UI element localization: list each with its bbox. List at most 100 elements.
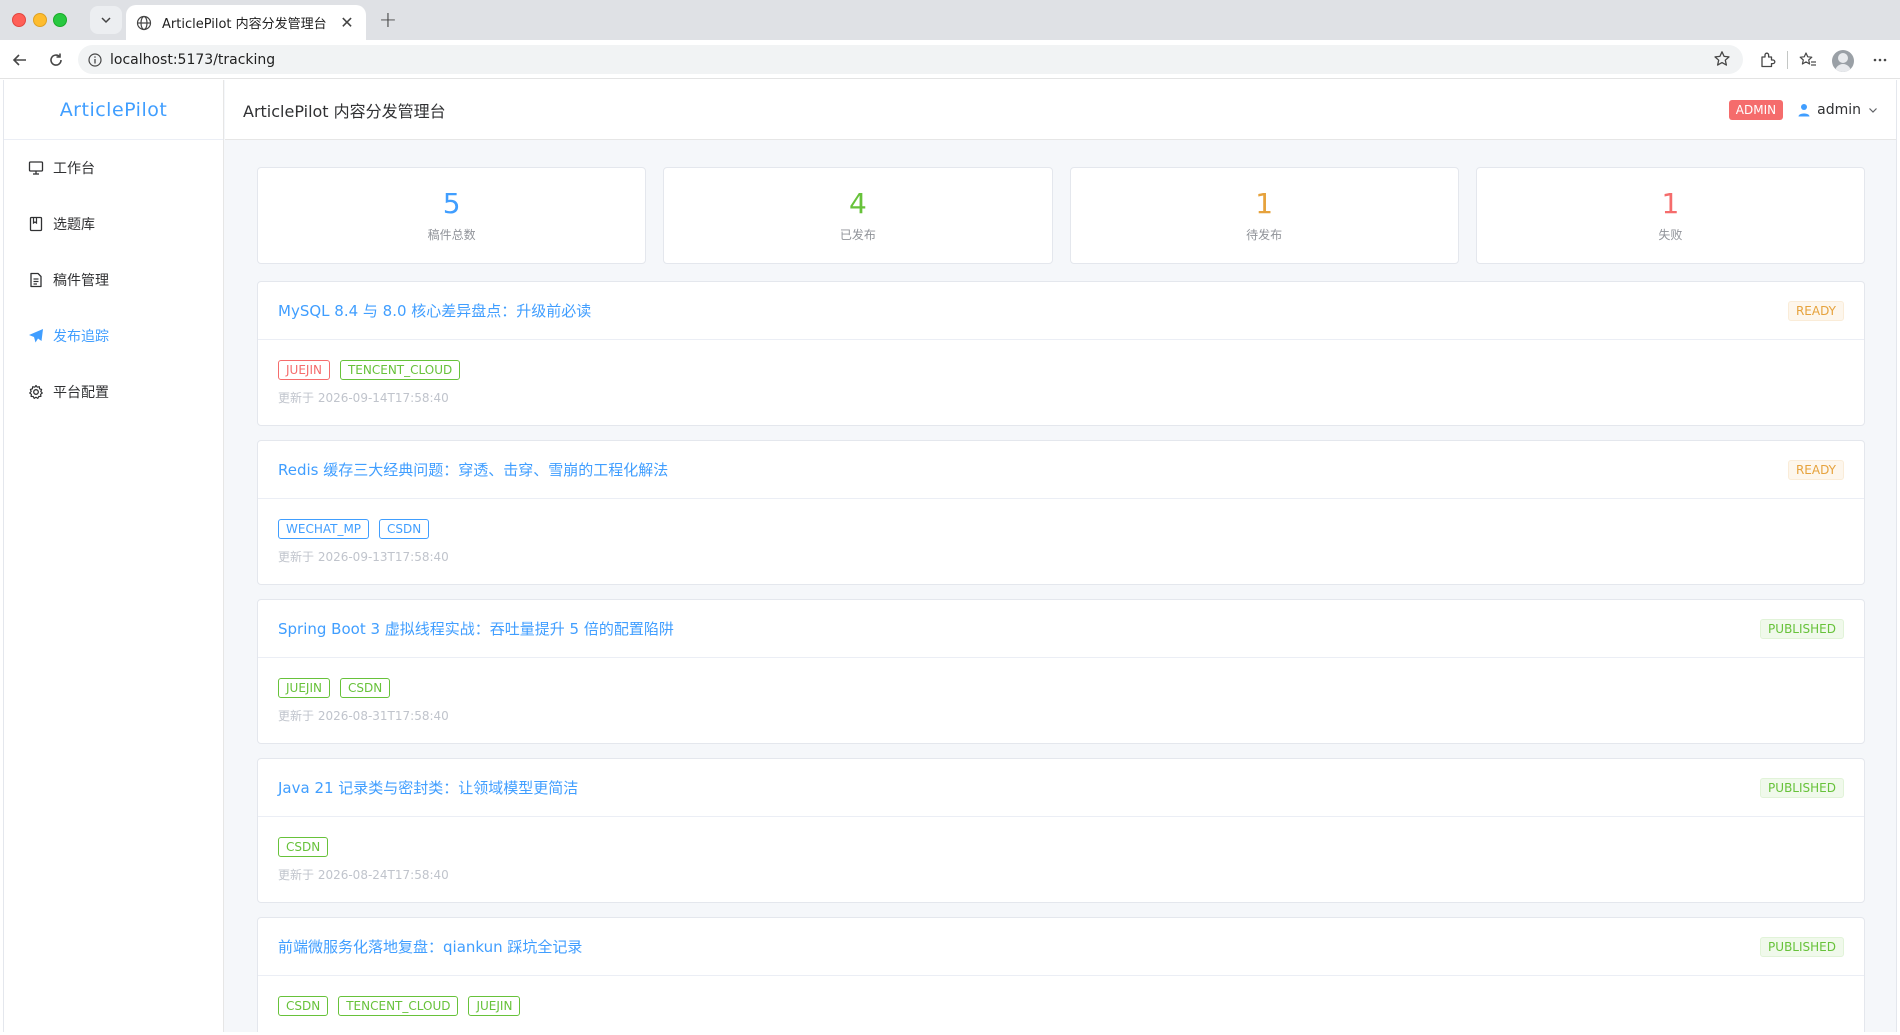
status-badge: READY [1787, 459, 1844, 480]
status-badge: READY [1787, 300, 1844, 321]
sidebar-item-topics[interactable]: 选题库 [4, 196, 223, 252]
article-title-link[interactable]: 前端微服务化落地复盘：qiankun 踩坑全记录 [278, 936, 1760, 957]
stat-value: 1 [1661, 187, 1680, 220]
article-card-body: JUEJIN TENCENT_CLOUD 更新于 2026-09-14T17:58:… [258, 340, 1864, 406]
sidebar-item-workbench[interactable]: 工作台 [4, 140, 223, 196]
article-card-body: CSDN TENCENT_CLOUD JUEJIN [258, 976, 1864, 1016]
article-card-header: Redis 缓存三大经典问题：穿透、击穿、雪崩的工程化解法 READY [258, 441, 1864, 499]
platform-tags: CSDN [278, 837, 1844, 857]
updated-timestamp: 更新于 2026-09-13T17:58:40 [278, 550, 449, 564]
stat-label: 失败 [1658, 228, 1683, 242]
article-card: Spring Boot 3 虚拟线程实战：吞吐量提升 5 倍的配置陷阱 PUBLI… [257, 599, 1865, 744]
user-dropdown[interactable]: admin [1797, 102, 1879, 118]
platform-tag: WECHAT_MP [278, 519, 370, 539]
article-card: Redis 缓存三大经典问题：穿透、击穿、雪崩的工程化解法 READY WECHAT… [257, 440, 1865, 585]
globe-icon [136, 15, 152, 30]
reload-button[interactable] [44, 48, 68, 72]
sidebar-item-platform-config[interactable]: 平台配置 [4, 364, 223, 420]
platform-tags: JUEJIN CSDN [278, 678, 1844, 698]
platform-tags: CSDN TENCENT_CLOUD JUEJIN [278, 996, 1844, 1016]
article-card-body: CSDN 更新于 2026-08-24T17:58:40 [258, 817, 1864, 883]
username: admin [1817, 101, 1861, 118]
profile-avatar[interactable] [1832, 50, 1854, 72]
platform-tags: WECHAT_MP CSDN [278, 519, 1844, 539]
sidebar-item-label: 发布追踪 [53, 329, 109, 345]
new-tab-button[interactable]: + [376, 8, 400, 33]
sidebar-item-label: 工作台 [53, 161, 95, 177]
more-menu-icon[interactable] [1868, 48, 1892, 72]
url-text[interactable]: localhost:5173/tracking [110, 52, 275, 68]
stat-card-total: 5 稿件总数 [257, 167, 647, 264]
stat-value: 1 [1255, 187, 1274, 220]
platform-tag: CSDN [278, 837, 329, 857]
stat-card-failed: 1 失败 [1475, 167, 1865, 264]
article-card: Java 21 记录类与密封类：让领域模型更简洁 PUBLISHED CSDN 更新于… [257, 758, 1865, 903]
extensions-icon[interactable] [1755, 48, 1779, 72]
stat-card-published: 4 已发布 [663, 167, 1053, 264]
status-badge: PUBLISHED [1760, 936, 1844, 957]
monitor-icon [28, 160, 44, 176]
platform-tags: JUEJIN TENCENT_CLOUD [278, 360, 1844, 380]
article-list: MySQL 8.4 与 8.0 核心差异盘点：升级前必读 READY JUEJIN T… [257, 281, 1865, 1032]
sidebar-item-label: 平台配置 [53, 385, 109, 401]
updated-timestamp: 更新于 2026-08-31T17:58:40 [278, 709, 449, 723]
platform-tag: JUEJIN [278, 678, 330, 698]
tab-close-icon[interactable]: ✕ [338, 13, 356, 32]
platform-tag: JUEJIN [468, 996, 521, 1016]
stat-label: 稿件总数 [427, 228, 476, 242]
article-title-link[interactable]: MySQL 8.4 与 8.0 核心差异盘点：升级前必读 [278, 300, 1788, 321]
minimize-window-button[interactable] [33, 13, 47, 27]
article-title-link[interactable]: Spring Boot 3 虚拟线程实战：吞吐量提升 5 倍的配置陷阱 [278, 618, 1760, 639]
user-icon [1797, 103, 1811, 117]
sidebar-item-manuscripts[interactable]: 稿件管理 [4, 252, 223, 308]
stat-label: 待发布 [1246, 228, 1283, 242]
updated-timestamp: 更新于 2026-09-14T17:58:40 [278, 391, 449, 405]
gear-icon [28, 384, 44, 400]
article-card: MySQL 8.4 与 8.0 核心差异盘点：升级前必读 READY JUEJIN T… [257, 281, 1865, 426]
article-card-header: Java 21 记录类与密封类：让领域模型更简洁 PUBLISHED [258, 759, 1864, 817]
article-card-header: Spring Boot 3 虚拟线程实战：吞吐量提升 5 倍的配置陷阱 PUBLI… [258, 600, 1864, 658]
sidebar-menu: 工作台 选题库 稿件管理 发布追踪 平台配置 [4, 140, 223, 420]
stat-label: 已发布 [839, 228, 876, 242]
status-badge: PUBLISHED [1760, 777, 1844, 798]
sidebar-item-tracking[interactable]: 发布追踪 [4, 308, 223, 364]
reload-icon [50, 53, 62, 66]
platform-tag: CSDN [379, 519, 430, 539]
browser-titlebar: ArticlePilot 内容分发管理台 ✕ + [0, 0, 1900, 40]
bookmark-star-icon[interactable] [1713, 50, 1731, 72]
stat-value: 5 [442, 187, 461, 220]
role-badge: ADMIN [1728, 99, 1784, 120]
platform-tag: TENCENT_CLOUD [338, 996, 459, 1016]
sidebar-item-label: 选题库 [53, 217, 95, 233]
stats-row: 5 稿件总数 4 已发布 1 待发布 1 失败 [257, 167, 1865, 264]
page-title: ArticlePilot 内容分发管理台 [243, 101, 446, 121]
chevron-down-icon [1867, 104, 1879, 116]
main-content: 5 稿件总数 4 已发布 1 待发布 1 失败 MySQL 8.4 与 8.0 … [225, 141, 1896, 1032]
maximize-window-button[interactable] [53, 13, 67, 27]
arrow-left-icon [12, 54, 26, 66]
tab-search-button[interactable] [90, 6, 122, 34]
app-logo[interactable]: ArticlePilot [4, 80, 223, 140]
article-title-link[interactable]: Java 21 记录类与密封类：让领域模型更简洁 [278, 777, 1760, 798]
site-info-icon[interactable] [88, 52, 102, 67]
sidebar-item-label: 稿件管理 [53, 273, 109, 289]
sidebar: ArticlePilot 工作台 选题库 稿件管理 发布追踪 平台配置 [4, 80, 224, 1032]
tab-title: ArticlePilot 内容分发管理台 [162, 17, 327, 32]
article-card-body: JUEJIN CSDN 更新于 2026-08-31T17:58:40 [258, 658, 1864, 724]
address-bar[interactable]: localhost:5173/tracking [78, 45, 1743, 74]
updated-timestamp: 更新于 2026-08-24T17:58:40 [278, 868, 449, 882]
favorites-icon[interactable] [1796, 48, 1820, 72]
platform-tag: TENCENT_CLOUD [339, 360, 461, 380]
article-card-header: MySQL 8.4 与 8.0 核心差异盘点：升级前必读 READY [258, 282, 1864, 340]
back-button[interactable] [8, 48, 32, 72]
stat-value: 4 [848, 187, 867, 220]
article-card-header: 前端微服务化落地复盘：qiankun 踩坑全记录 PUBLISHED [258, 918, 1864, 976]
close-window-button[interactable] [12, 13, 26, 27]
article-title-link[interactable]: Redis 缓存三大经典问题：穿透、击穿、雪崩的工程化解法 [278, 459, 1788, 480]
article-card-body: WECHAT_MP CSDN 更新于 2026-09-13T17:58:40 [258, 499, 1864, 565]
browser-tab-active[interactable]: ArticlePilot 内容分发管理台 ✕ [126, 5, 366, 40]
browser-toolbar: localhost:5173/tracking [0, 40, 1900, 79]
stat-card-pending: 1 待发布 [1069, 167, 1459, 264]
toolbar-divider [1787, 51, 1788, 69]
platform-tag: JUEJIN [278, 360, 330, 380]
